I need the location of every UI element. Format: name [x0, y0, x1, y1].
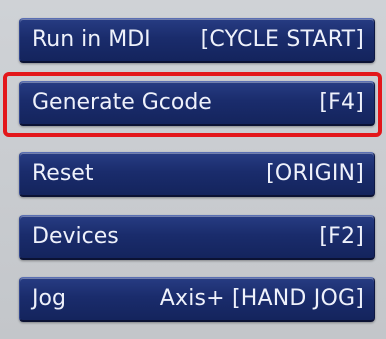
run-in-mdi-button[interactable]: Run in MDI [CYCLE START]	[19, 18, 375, 63]
button-label: Jog	[32, 286, 66, 311]
button-shortcut: Axis+ [HAND JOG]	[159, 286, 364, 311]
control-panel: Run in MDI [CYCLE START] Generate Gcode …	[0, 0, 386, 339]
button-shortcut: [F4]	[319, 90, 364, 115]
jog-button[interactable]: Jog Axis+ [HAND JOG]	[19, 277, 375, 322]
button-label: Reset	[32, 161, 94, 186]
button-label: Run in MDI	[32, 27, 151, 52]
button-label: Generate Gcode	[32, 90, 212, 115]
button-shortcut: [CYCLE START]	[200, 27, 364, 52]
button-shortcut: [ORIGIN]	[266, 161, 364, 186]
devices-button[interactable]: Devices [F2]	[19, 215, 375, 260]
button-label: Devices	[32, 224, 119, 249]
reset-button[interactable]: Reset [ORIGIN]	[19, 152, 375, 197]
button-shortcut: [F2]	[319, 224, 364, 249]
generate-gcode-button[interactable]: Generate Gcode [F4]	[19, 81, 375, 126]
